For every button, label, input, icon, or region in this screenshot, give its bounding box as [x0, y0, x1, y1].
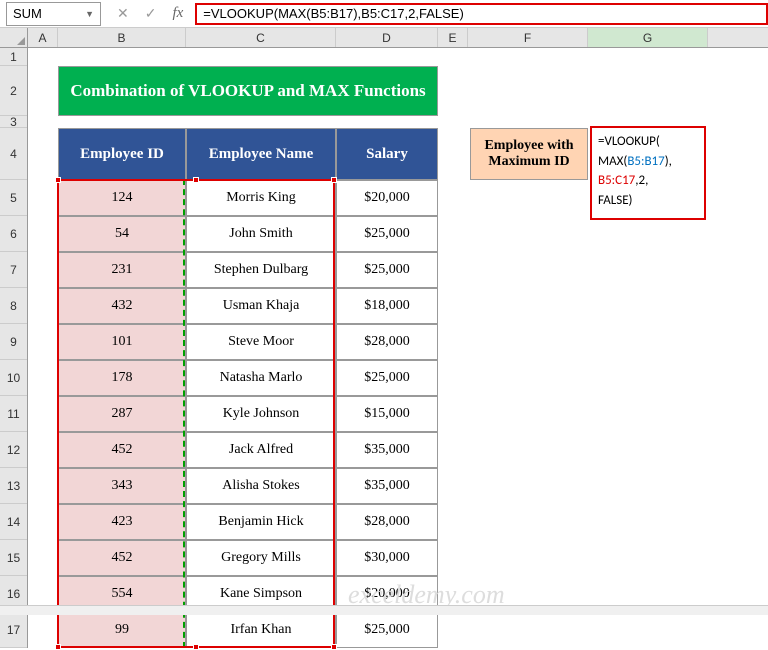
- cell-salary[interactable]: $25,000: [336, 360, 438, 396]
- cell-id[interactable]: 99: [58, 612, 186, 648]
- table-row: 178Natasha Marlo$25,000: [58, 360, 438, 396]
- table-row: 124Morris King$20,000: [58, 180, 438, 216]
- cell-id[interactable]: 287: [58, 396, 186, 432]
- header-salary: Salary: [336, 128, 438, 180]
- row-header[interactable]: 6: [0, 216, 27, 252]
- table-row: 432Usman Khaja$18,000: [58, 288, 438, 324]
- cell-name[interactable]: Alisha Stokes: [186, 468, 336, 504]
- fx-icon[interactable]: fx: [172, 5, 183, 22]
- table-row: 343Alisha Stokes$35,000: [58, 468, 438, 504]
- cell-id[interactable]: 124: [58, 180, 186, 216]
- row-header[interactable]: 7: [0, 252, 27, 288]
- cell-name[interactable]: Gregory Mills: [186, 540, 336, 576]
- row-header[interactable]: 15: [0, 540, 27, 576]
- col-header-c[interactable]: C: [186, 28, 336, 47]
- formula-cell-display[interactable]: =VLOOKUP( MAX(B5:B17), B5:C17,2, FALSE): [590, 126, 706, 220]
- row-header[interactable]: 4: [0, 128, 27, 180]
- table-row: 287Kyle Johnson$15,000: [58, 396, 438, 432]
- cell-salary[interactable]: $35,000: [336, 468, 438, 504]
- formula-buttons: ✕ ✓ fx: [105, 5, 195, 22]
- cell-id[interactable]: 178: [58, 360, 186, 396]
- horizontal-scrollbar[interactable]: [0, 605, 768, 615]
- cell-id[interactable]: 452: [58, 432, 186, 468]
- row-header[interactable]: 13: [0, 468, 27, 504]
- cell-id[interactable]: 101: [58, 324, 186, 360]
- name-box-value: SUM: [13, 6, 42, 21]
- row-header[interactable]: 10: [0, 360, 27, 396]
- col-header-e[interactable]: E: [438, 28, 468, 47]
- cell-name[interactable]: Usman Khaja: [186, 288, 336, 324]
- cell-salary[interactable]: $20,000: [336, 180, 438, 216]
- cell-name[interactable]: John Smith: [186, 216, 336, 252]
- cell-salary[interactable]: $25,000: [336, 216, 438, 252]
- cell-salary[interactable]: $25,000: [336, 252, 438, 288]
- table-row: 99Irfan Khan$25,000: [58, 612, 438, 648]
- cell-name[interactable]: Stephen Dulbarg: [186, 252, 336, 288]
- row-header[interactable]: 2: [0, 66, 27, 116]
- col-header-a[interactable]: A: [28, 28, 58, 47]
- cell-id[interactable]: 452: [58, 540, 186, 576]
- row-header[interactable]: 1: [0, 48, 27, 66]
- row-header[interactable]: 8: [0, 288, 27, 324]
- cell-salary[interactable]: $28,000: [336, 504, 438, 540]
- table-row: 452Gregory Mills$30,000: [58, 540, 438, 576]
- row-header[interactable]: 12: [0, 432, 27, 468]
- cell-name[interactable]: Natasha Marlo: [186, 360, 336, 396]
- sheet-title: Combination of VLOOKUP and MAX Functions: [58, 66, 438, 116]
- name-box[interactable]: SUM ▼: [6, 2, 101, 26]
- header-employee-name: Employee Name: [186, 128, 336, 180]
- cell-id[interactable]: 432: [58, 288, 186, 324]
- column-headers: A B C D E F G: [0, 28, 768, 48]
- table-row: 452Jack Alfred$35,000: [58, 432, 438, 468]
- cell-salary[interactable]: $35,000: [336, 432, 438, 468]
- row-header[interactable]: 11: [0, 396, 27, 432]
- cell-salary[interactable]: $30,000: [336, 540, 438, 576]
- row-header[interactable]: 5: [0, 180, 27, 216]
- row-header[interactable]: 3: [0, 116, 27, 128]
- cell-salary[interactable]: $25,000: [336, 612, 438, 648]
- col-header-b[interactable]: B: [58, 28, 186, 47]
- data-table: 124Morris King$20,00054John Smith$25,000…: [58, 180, 438, 648]
- side-label: Employee with Maximum ID: [470, 128, 588, 180]
- header-employee-id: Employee ID: [58, 128, 186, 180]
- table-row: 54John Smith$25,000: [58, 216, 438, 252]
- row-header[interactable]: 14: [0, 504, 27, 540]
- formula-bar-input[interactable]: =VLOOKUP(MAX(B5:B17),B5:C17,2,FALSE): [195, 3, 768, 25]
- cell-name[interactable]: Steve Moor: [186, 324, 336, 360]
- cell-name[interactable]: Irfan Khan: [186, 612, 336, 648]
- row-headers: 1 2 3 4 5 6 7 8 9 10 11 12 13 14 15 16 1…: [0, 48, 28, 648]
- cell-salary[interactable]: $15,000: [336, 396, 438, 432]
- col-header-g[interactable]: G: [588, 28, 708, 47]
- cancel-icon[interactable]: ✕: [117, 5, 129, 22]
- cell-salary[interactable]: $18,000: [336, 288, 438, 324]
- row-header[interactable]: 17: [0, 612, 27, 648]
- col-header-f[interactable]: F: [468, 28, 588, 47]
- cell-name[interactable]: Jack Alfred: [186, 432, 336, 468]
- table-row: 423Benjamin Hick$28,000: [58, 504, 438, 540]
- formula-bar-row: SUM ▼ ✕ ✓ fx =VLOOKUP(MAX(B5:B17),B5:C17…: [0, 0, 768, 28]
- table-row: 101Steve Moor$28,000: [58, 324, 438, 360]
- table-header: Employee ID Employee Name Salary: [58, 128, 438, 180]
- col-header-d[interactable]: D: [336, 28, 438, 47]
- cell-id[interactable]: 423: [58, 504, 186, 540]
- cell-name[interactable]: Benjamin Hick: [186, 504, 336, 540]
- chevron-down-icon[interactable]: ▼: [85, 9, 94, 19]
- cell-salary[interactable]: $28,000: [336, 324, 438, 360]
- cell-id[interactable]: 343: [58, 468, 186, 504]
- select-all-corner[interactable]: [0, 28, 28, 47]
- grid-body: 1 2 3 4 5 6 7 8 9 10 11 12 13 14 15 16 1…: [0, 48, 768, 648]
- table-row: 231Stephen Dulbarg$25,000: [58, 252, 438, 288]
- cell-name[interactable]: Kyle Johnson: [186, 396, 336, 432]
- grid-content[interactable]: Combination of VLOOKUP and MAX Functions…: [28, 48, 768, 648]
- cell-id[interactable]: 231: [58, 252, 186, 288]
- confirm-icon[interactable]: ✓: [145, 5, 157, 22]
- cell-name[interactable]: Morris King: [186, 180, 336, 216]
- cell-id[interactable]: 54: [58, 216, 186, 252]
- row-header[interactable]: 9: [0, 324, 27, 360]
